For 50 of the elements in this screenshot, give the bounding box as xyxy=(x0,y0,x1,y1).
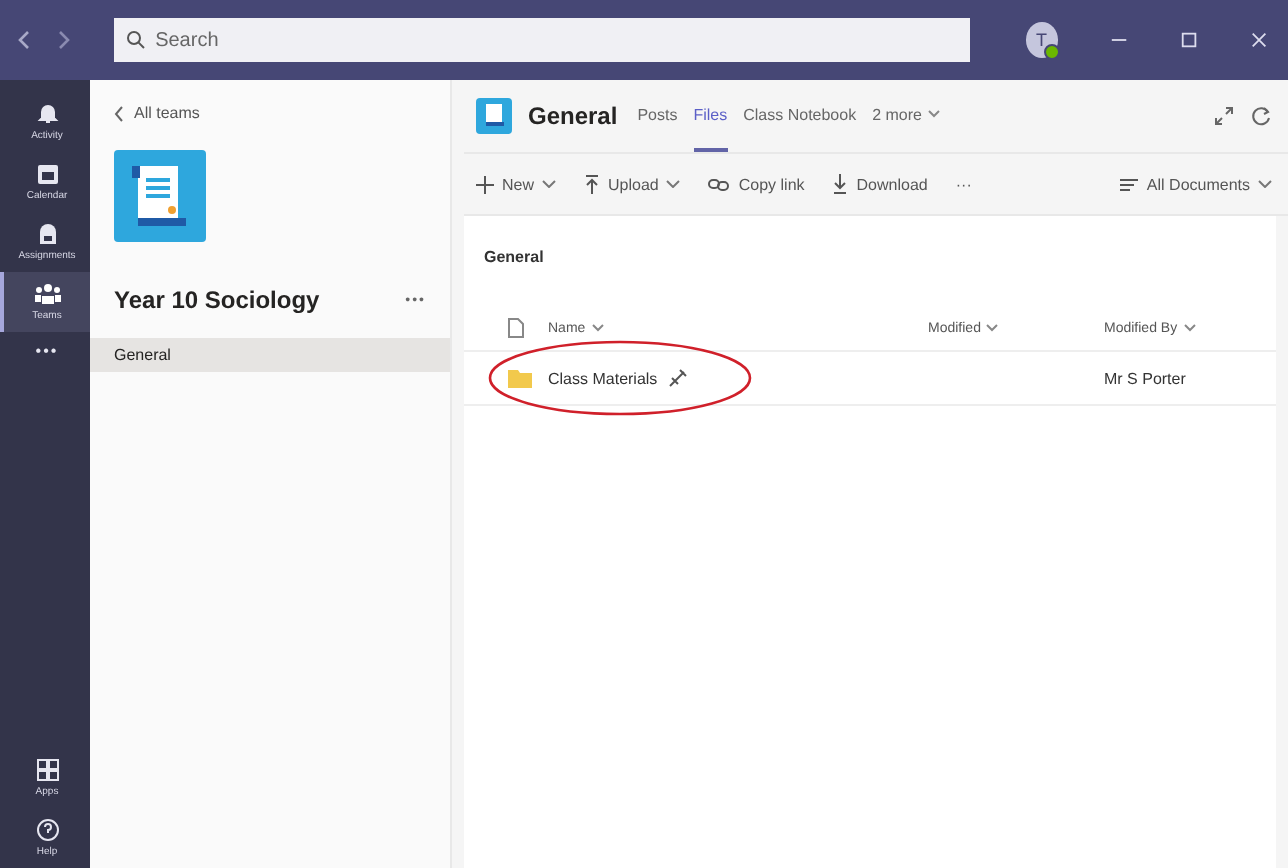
help-icon xyxy=(35,818,59,842)
toolbar-button[interactable]: New xyxy=(476,175,557,193)
rail-item[interactable]: ••• xyxy=(0,332,90,370)
folder-icon xyxy=(508,369,532,387)
all-teams-link[interactable]: All teams xyxy=(134,104,200,122)
download-icon xyxy=(832,174,849,194)
notebook-icon xyxy=(114,150,206,242)
channel-icon xyxy=(476,98,512,134)
avatar[interactable]: T xyxy=(1025,22,1058,58)
pen-icon xyxy=(667,368,688,388)
caret-icon xyxy=(928,110,940,118)
list-icon xyxy=(1120,177,1139,191)
maximize-icon[interactable] xyxy=(1179,30,1198,50)
apps-icon xyxy=(35,758,59,782)
caret-icon xyxy=(591,324,604,332)
channel-item[interactable]: General xyxy=(90,338,450,372)
tab[interactable]: 2 more xyxy=(872,80,940,152)
toolbar-button[interactable]: Download xyxy=(832,174,928,194)
close-icon[interactable] xyxy=(1249,30,1268,50)
toolbar-button[interactable]: Upload xyxy=(584,174,681,194)
view-selector[interactable]: All Documents xyxy=(1120,175,1272,193)
folder-name[interactable]: Class Materials xyxy=(548,369,658,387)
upload-icon xyxy=(584,174,601,194)
caret-icon xyxy=(1183,324,1196,332)
calendar-icon xyxy=(35,162,59,186)
caret-icon xyxy=(666,180,681,188)
tab[interactable]: Posts xyxy=(637,80,678,152)
back-chevron-icon[interactable] xyxy=(114,105,124,121)
search-icon xyxy=(125,30,146,50)
tab[interactable]: Class Notebook xyxy=(743,80,857,152)
channel-name: General xyxy=(528,102,618,130)
expand-icon[interactable] xyxy=(1214,106,1234,126)
file-icon xyxy=(508,318,524,338)
refresh-icon[interactable] xyxy=(1250,105,1272,127)
toolbar-button[interactable]: ··· xyxy=(955,175,972,193)
caret-icon xyxy=(1258,180,1272,188)
team-name: Year 10 Sociology xyxy=(114,286,320,314)
table-cell-text: Mr S Porter xyxy=(1104,369,1188,387)
tab[interactable]: Files xyxy=(693,80,728,152)
breadcrumb: General xyxy=(482,246,546,270)
toolbar-button[interactable]: Copy link xyxy=(708,175,805,193)
link-icon xyxy=(708,177,731,191)
rail-label: ••• xyxy=(35,342,59,360)
search-field[interactable]: Search xyxy=(113,18,970,62)
backpack-icon xyxy=(35,222,59,246)
caret-icon xyxy=(986,324,999,332)
bell-icon xyxy=(35,102,59,126)
people-icon xyxy=(33,282,61,306)
plus-icon xyxy=(476,175,494,193)
caret-icon xyxy=(542,180,557,188)
